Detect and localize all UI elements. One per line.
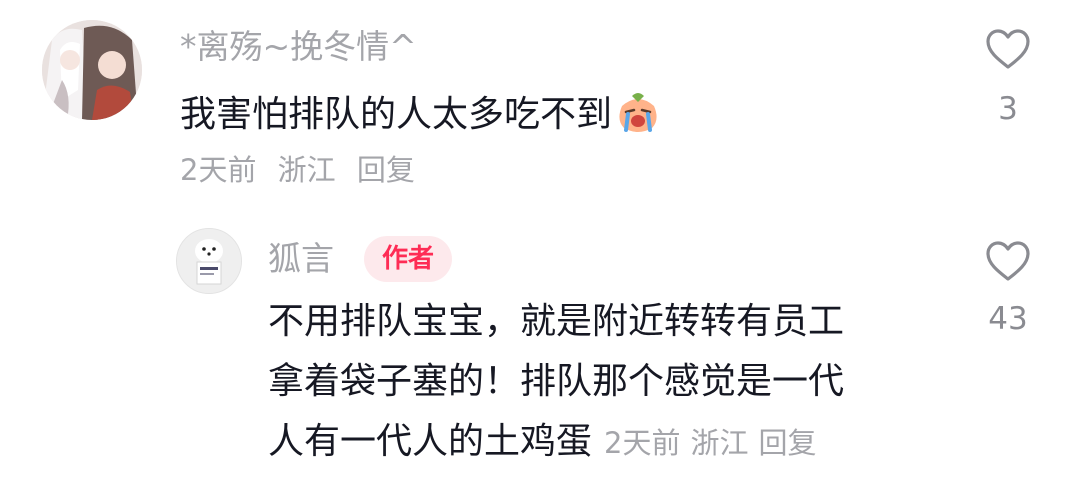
reply-button[interactable]: 回复: [357, 153, 415, 187]
comment-meta: 2天前 浙江 回复: [180, 156, 427, 185]
crying-peach-emoji: [619, 93, 657, 132]
reply-time: 2天前: [604, 426, 681, 460]
reply-username[interactable]: 狐言: [268, 242, 334, 275]
author-badge: 作者: [364, 236, 452, 282]
reply-avatar[interactable]: [176, 228, 242, 294]
comment-text: 我害怕排队的人太多吃不到: [180, 90, 662, 134]
avatar[interactable]: [42, 20, 142, 120]
heart-icon[interactable]: [985, 28, 1031, 70]
reply-reply-button[interactable]: 回复: [758, 426, 816, 460]
comment-body: 我害怕排队的人太多吃不到: [180, 94, 613, 135]
comment-location: 浙江: [277, 153, 336, 187]
anime-avatar-image: [42, 20, 142, 120]
comment-time: 2天前: [180, 153, 257, 187]
reply-meta: 2天前 浙江 回复: [604, 426, 826, 460]
heart-icon[interactable]: [985, 240, 1031, 282]
reply-text-line: 拿着袋子塞的！排队那个感觉是一代: [268, 361, 845, 402]
reply-like-count: 43: [988, 301, 1028, 337]
reply-text-line: 不用排队宝宝，就是附近转转有员工: [268, 301, 845, 342]
like-count: 3: [998, 91, 1018, 127]
reply-text-end: 人有一代人的土鸡蛋: [268, 421, 593, 462]
reply-text-line: 人有一代人的土鸡蛋 2天前 浙江 回复: [268, 424, 827, 460]
dog-avatar-image: [177, 229, 241, 293]
username[interactable]: *离殇~挽冬情^: [180, 30, 417, 63]
reply-location: 浙江: [690, 426, 749, 460]
